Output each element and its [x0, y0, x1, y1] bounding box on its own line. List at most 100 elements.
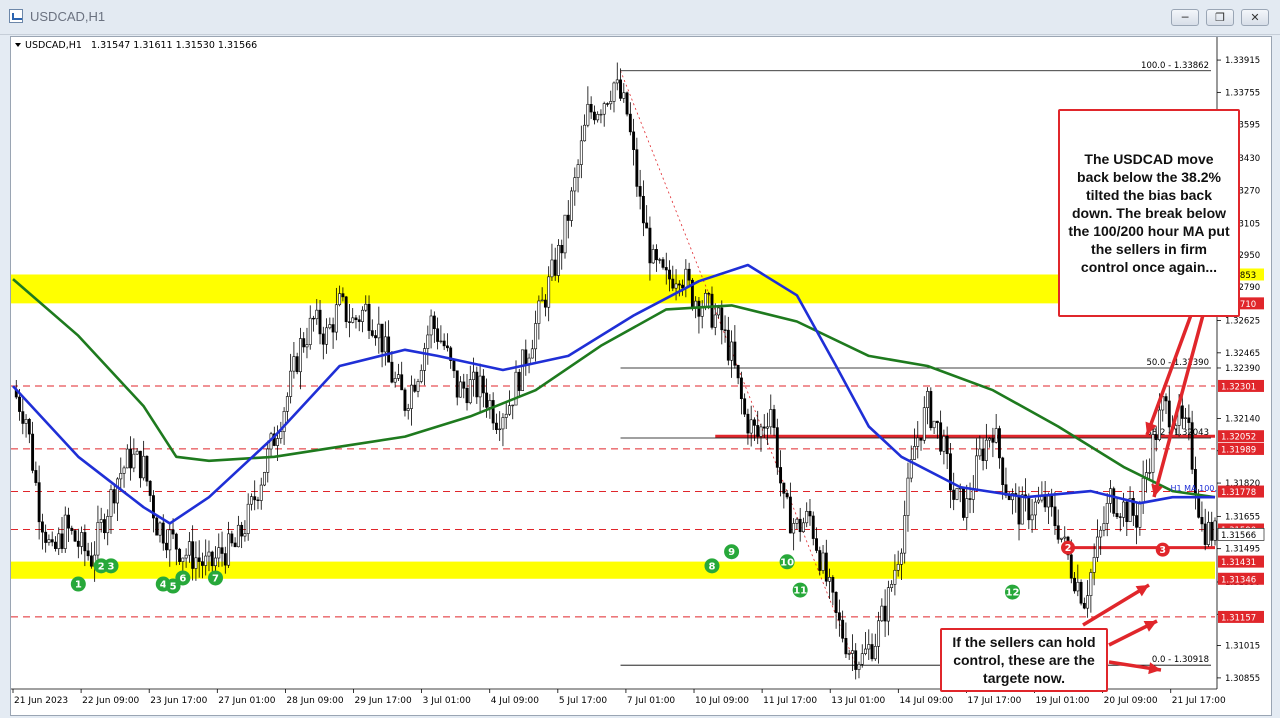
ohlc-values: 1.31547 1.31611 1.31530 1.31566: [91, 40, 257, 51]
candle-body: [318, 309, 322, 335]
candle-body: [524, 349, 528, 365]
candle-body: [638, 186, 642, 197]
price-label: 1.31346: [1221, 575, 1256, 585]
candle-body: [367, 303, 371, 331]
candle-body: [403, 389, 407, 411]
candle-body: [207, 551, 211, 557]
candle-body: [880, 605, 884, 622]
candle-body: [704, 292, 707, 308]
price-tick-label: 1.31015: [1225, 642, 1260, 652]
candle-body: [775, 427, 779, 468]
candle-body: [893, 569, 897, 585]
candle-body: [965, 498, 969, 518]
candle-body: [452, 360, 456, 372]
candle-body: [668, 269, 671, 280]
candle-body: [1112, 488, 1116, 514]
time-tick-label: 14 Jul 09:00: [899, 696, 953, 706]
price-tick-label: 1.32625: [1225, 317, 1260, 327]
candle-body: [194, 557, 198, 569]
price-tick-label: 1.32465: [1225, 349, 1260, 359]
candle-body: [710, 293, 714, 328]
candle-body: [596, 114, 600, 121]
candle-body: [589, 103, 593, 113]
candle-body: [828, 577, 832, 582]
candle-body: [1076, 581, 1080, 592]
minimize-button[interactable]: ─: [1171, 9, 1199, 26]
time-tick-label: 3 Jul 01:00: [423, 696, 472, 706]
candle-body: [599, 113, 603, 116]
candle-body: [295, 356, 299, 373]
collapse-triangle-icon[interactable]: [15, 43, 21, 47]
candle-body: [501, 417, 505, 430]
candle-body: [1158, 409, 1161, 441]
candle-body: [821, 552, 825, 571]
candle-body: [357, 319, 361, 322]
time-tick-label: 21 Jun 2023: [14, 696, 68, 706]
candle-body: [824, 552, 828, 582]
price-label: 1.31431: [1221, 558, 1256, 568]
candle-body: [31, 433, 35, 471]
candle-body: [573, 177, 577, 192]
candle-body: [945, 435, 949, 455]
close-button[interactable]: ✕: [1241, 9, 1269, 26]
candle-body: [181, 557, 185, 562]
candle-body: [671, 278, 675, 289]
candle-body: [478, 375, 482, 398]
price-label: 1.31778: [1221, 488, 1256, 498]
candle-body: [798, 518, 802, 533]
candle-body: [508, 405, 511, 415]
candle-body: [1030, 514, 1034, 521]
candle-body: [560, 245, 564, 254]
candle-body: [112, 489, 116, 504]
candle-body: [21, 411, 25, 424]
candle-body: [514, 371, 518, 406]
candle-body: [285, 396, 289, 412]
candle-body: [292, 356, 296, 372]
candle-body: [841, 619, 845, 639]
window-titlebar[interactable]: USDCAD,H1 ─ ❐ ✕: [0, 0, 1280, 35]
candle-body: [243, 533, 247, 537]
candle-body: [877, 620, 881, 647]
candle-body: [485, 392, 489, 408]
candle-body: [76, 540, 80, 547]
candle-body: [253, 496, 257, 501]
candle-body: [677, 283, 681, 286]
candle-body: [723, 329, 727, 331]
candle-body: [37, 482, 41, 523]
candle-body: [913, 446, 916, 460]
restore-button[interactable]: ❐: [1206, 9, 1234, 26]
candle-body: [119, 473, 123, 480]
candle-body: [416, 381, 420, 392]
candle-body: [89, 555, 93, 567]
candle-body: [351, 317, 355, 323]
candle-body: [34, 470, 38, 483]
candle-body: [606, 103, 609, 105]
candle-body: [622, 92, 626, 99]
candle-body: [1001, 457, 1005, 485]
price-tick-label: 1.33755: [1225, 88, 1260, 98]
candle-body: [844, 638, 848, 655]
candle-body: [171, 529, 175, 535]
candle-body: [70, 527, 74, 531]
candle-body: [831, 577, 835, 593]
green-swing-marker-label: 9: [728, 547, 735, 558]
candle-body: [249, 496, 253, 505]
candle-body: [1141, 477, 1145, 504]
candle-body: [374, 335, 378, 339]
time-tick-label: 19 Jul 01:00: [1036, 696, 1090, 706]
candle-body: [410, 384, 413, 409]
candle-body: [338, 293, 342, 306]
candle-body: [370, 330, 374, 336]
candle-body: [860, 653, 864, 665]
candle-body: [305, 344, 309, 348]
candle-body: [256, 499, 260, 501]
candle-body: [903, 515, 907, 554]
candle-body: [125, 448, 129, 469]
candle-body: [772, 409, 776, 428]
horizontal-levels: [11, 385, 1215, 618]
candle-body: [475, 371, 479, 398]
candle-body: [1203, 523, 1207, 545]
candle-body: [315, 309, 319, 320]
candle-body: [1056, 525, 1060, 540]
candle-body: [769, 409, 773, 428]
